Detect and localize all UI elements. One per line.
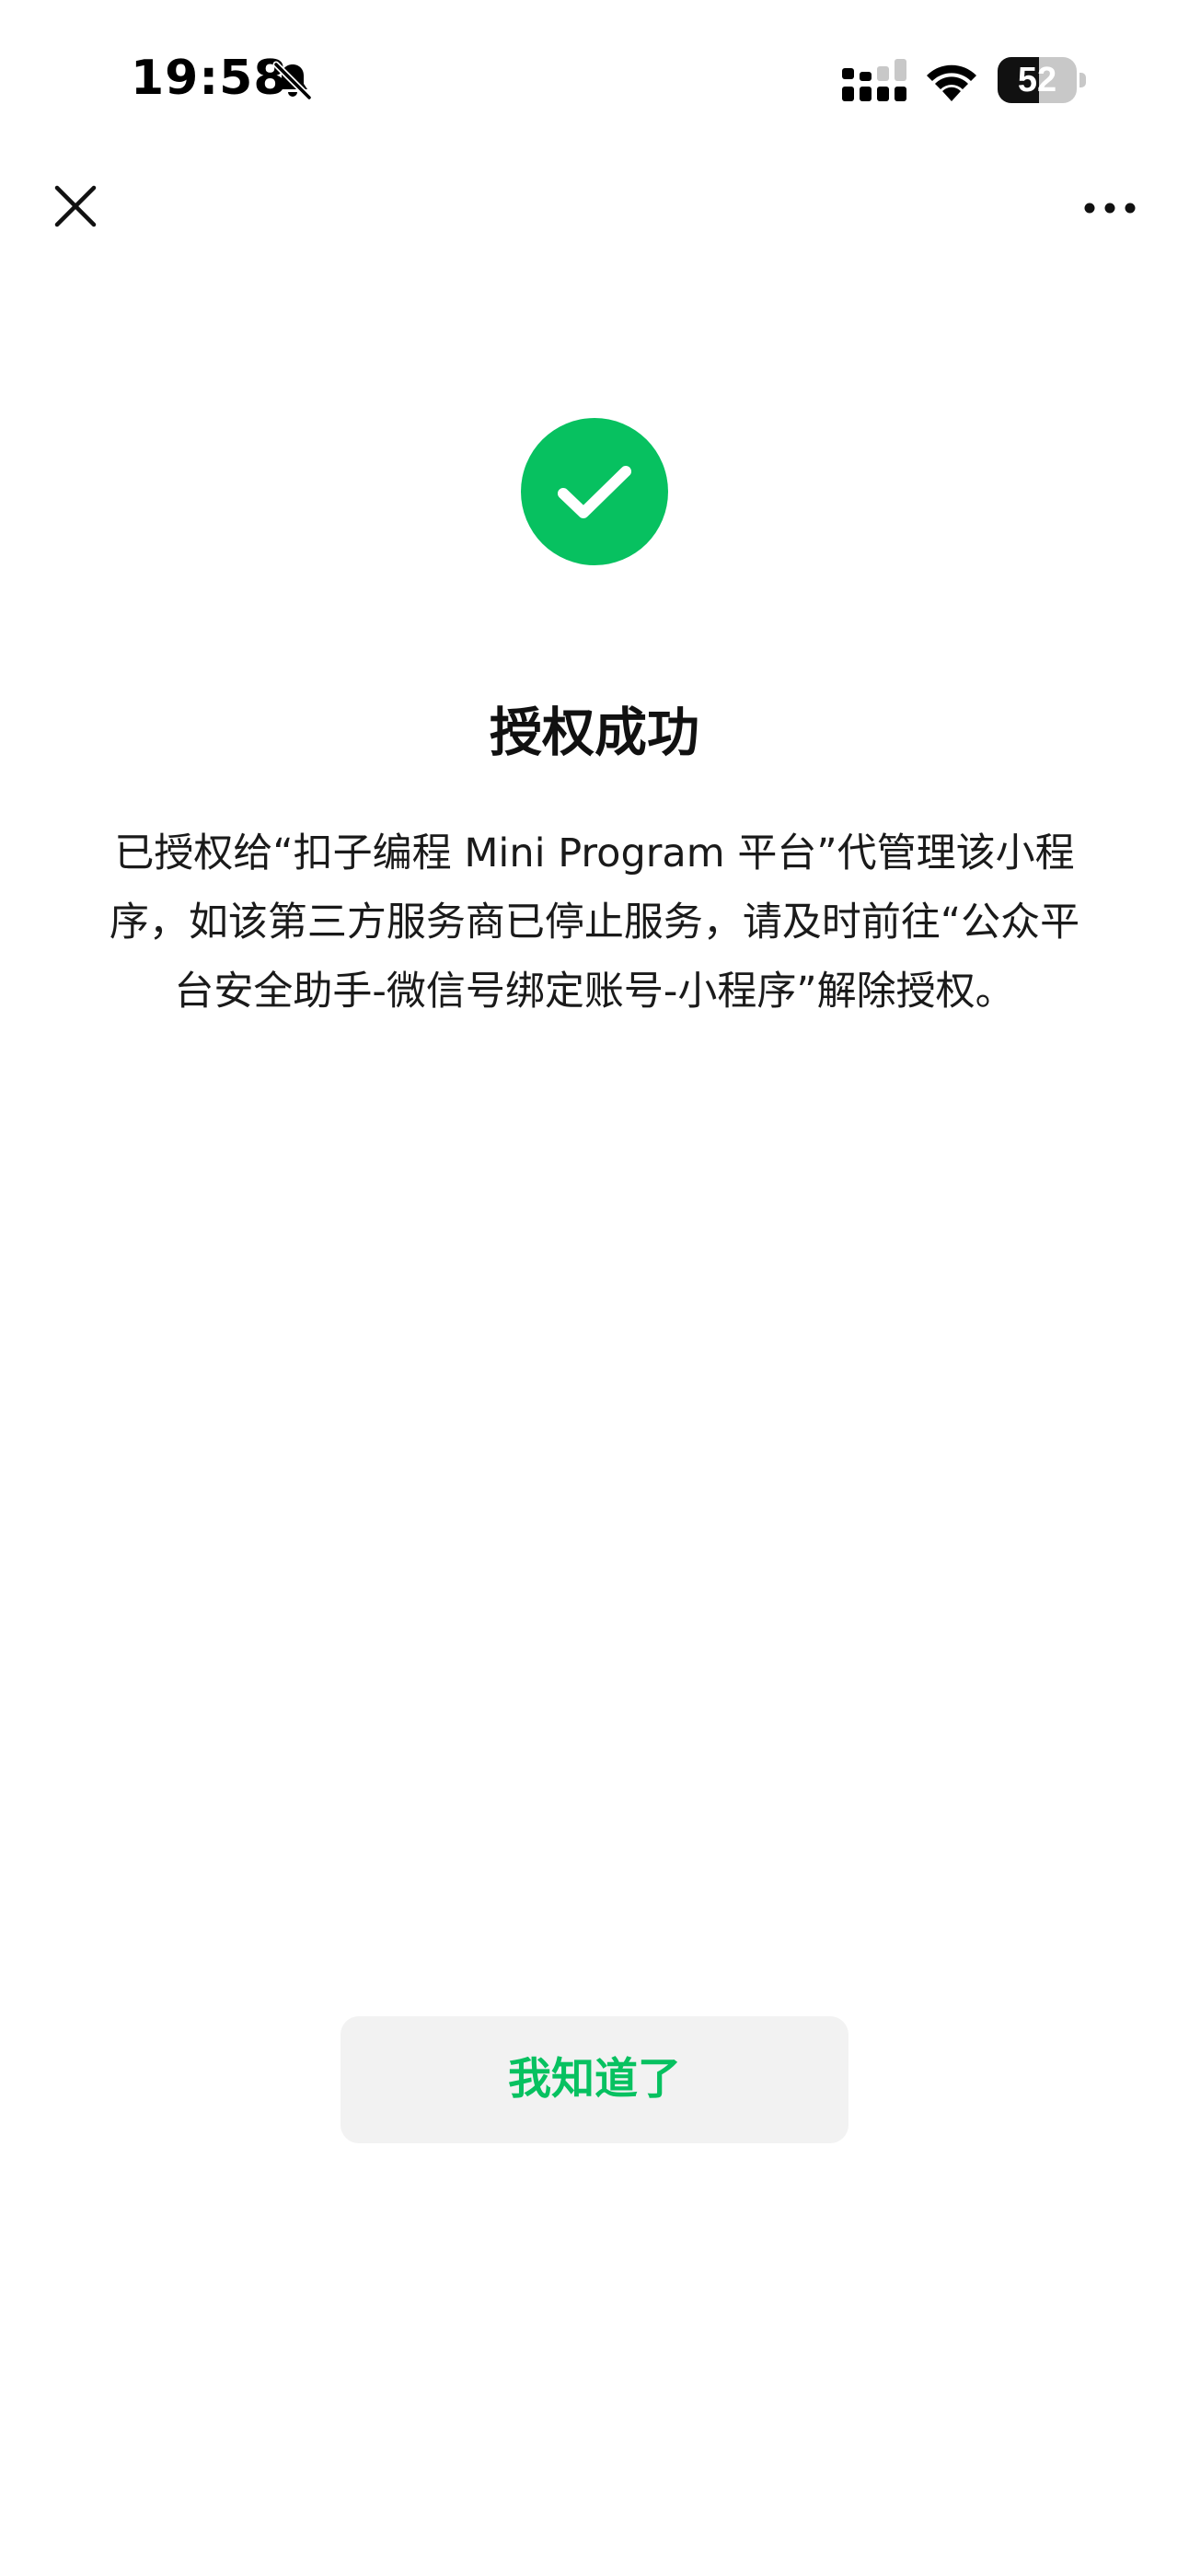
battery-body: 52 (998, 57, 1077, 103)
battery-level: 52 (1017, 61, 1057, 99)
bell-slash-icon (272, 61, 313, 101)
status-bar: 19:58 52 (0, 0, 1189, 157)
close-icon[interactable] (52, 182, 99, 230)
battery-cap (1079, 73, 1086, 87)
authorization-description: 已授权给“扣子编程 Mini Program 平台”代管理该小程序，如该第三方服… (109, 830, 1080, 1015)
acknowledge-button[interactable]: 我知道了 (341, 2016, 848, 2143)
wifi-icon (927, 64, 976, 101)
more-icon[interactable] (1082, 193, 1137, 223)
success-check-icon (521, 418, 668, 565)
battery-icon: 52 (998, 57, 1086, 103)
page-title: 授权成功 (490, 702, 699, 763)
cellular-signal-icon (842, 59, 906, 101)
status-time: 19:58 (131, 51, 288, 106)
